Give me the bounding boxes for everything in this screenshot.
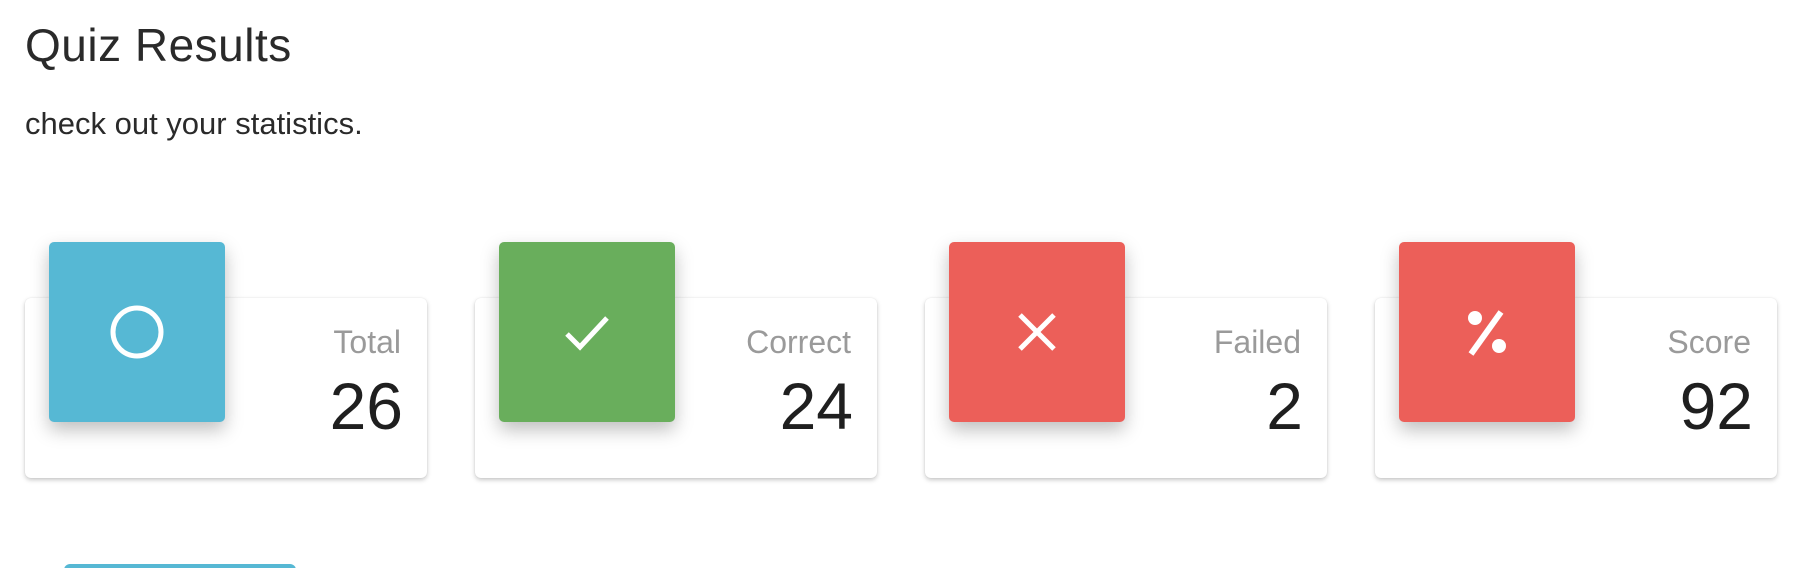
close-icon [1018, 313, 1056, 351]
stat-card-total: Total 26 [25, 242, 427, 478]
page-subtitle: check out your statistics. [25, 106, 363, 141]
stat-card-icon-box [949, 242, 1125, 422]
stat-label: Score [1667, 324, 1751, 360]
stat-card-score: Score 92 [1375, 242, 1777, 478]
stat-value: 2 [1266, 369, 1303, 443]
percent-icon [1468, 310, 1506, 356]
check-icon [565, 316, 609, 351]
stat-value: 26 [329, 369, 403, 443]
stat-label: Total [333, 324, 401, 360]
stat-value: 92 [1679, 369, 1753, 443]
circle-icon [110, 305, 164, 359]
stat-card-icon-box [1399, 242, 1575, 422]
stat-value: 24 [779, 369, 853, 443]
quiz-results-page: Quiz Results check out your statistics. … [0, 0, 1806, 568]
stat-label: Correct [746, 324, 851, 360]
stat-label: Failed [1213, 324, 1301, 360]
page-title: Quiz Results [25, 19, 292, 71]
next-section-button-edge[interactable] [64, 564, 296, 568]
stat-card-icon-box [499, 242, 675, 422]
stat-card-failed: Failed 2 [925, 242, 1327, 478]
stat-card-icon-box [49, 242, 225, 422]
stat-card-correct: Correct 24 [475, 242, 877, 478]
